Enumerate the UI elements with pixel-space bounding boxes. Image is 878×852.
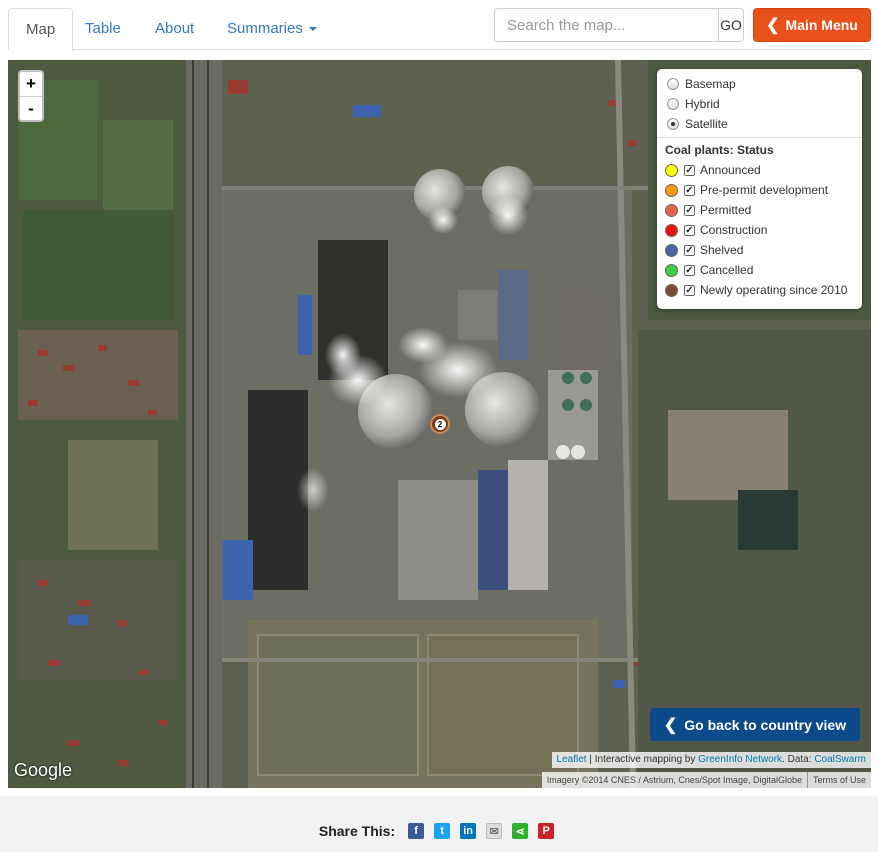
leaflet-link[interactable]: Leaflet bbox=[557, 754, 587, 765]
zoom-out-button[interactable]: - bbox=[20, 96, 42, 120]
status-dot bbox=[665, 243, 678, 257]
layer-legend: Basemap Hybrid Satellite Coal plants: St… bbox=[657, 69, 862, 309]
twitter-icon[interactable]: t bbox=[434, 823, 451, 839]
status-label: Permitted bbox=[700, 203, 752, 217]
checkbox[interactable]: ✓ bbox=[684, 284, 695, 296]
map-view[interactable]: + - Basemap Hybrid Satellite Coal plants… bbox=[8, 60, 871, 788]
status-dot bbox=[665, 183, 678, 197]
checkbox[interactable]: ✓ bbox=[684, 204, 695, 216]
cluster-count: 2 bbox=[434, 418, 446, 430]
basemap-option-basemap[interactable]: Basemap bbox=[667, 74, 852, 94]
radio-button[interactable] bbox=[667, 78, 679, 90]
status-label: Shelved bbox=[700, 243, 744, 257]
status-dot bbox=[665, 223, 678, 237]
footer: Share This: f t in ✉ ⋖ P bbox=[0, 796, 878, 852]
radio-button-selected[interactable] bbox=[667, 118, 679, 130]
share-label: Share This: bbox=[318, 823, 396, 839]
status-dot bbox=[665, 203, 678, 217]
linkedin-icon[interactable]: in bbox=[460, 823, 477, 839]
chevron-left-icon: ❮ bbox=[663, 716, 678, 734]
basemap-label: Hybrid bbox=[685, 97, 720, 111]
status-label: Cancelled bbox=[700, 263, 754, 277]
status-pre-permit[interactable]: ✓ Pre-permit development bbox=[657, 180, 862, 200]
back-to-country-button[interactable]: ❮ Go back to country view bbox=[650, 708, 860, 741]
tab-about[interactable]: About bbox=[138, 8, 211, 50]
basemap-label: Satellite bbox=[685, 117, 728, 131]
checkbox[interactable]: ✓ bbox=[684, 184, 695, 196]
status-shelved[interactable]: ✓ Shelved bbox=[657, 240, 862, 260]
google-logo: Google bbox=[14, 760, 73, 780]
zoom-in-button[interactable]: + bbox=[20, 72, 42, 96]
status-dot bbox=[665, 263, 678, 277]
map-search: GO bbox=[494, 8, 744, 42]
zoom-control: + - bbox=[18, 70, 44, 122]
checkbox[interactable]: ✓ bbox=[684, 164, 695, 176]
greeninfo-link[interactable]: GreenInfo Network bbox=[698, 754, 782, 765]
email-icon[interactable]: ✉ bbox=[486, 823, 503, 839]
status-label: Newly operating since 2010 bbox=[700, 283, 848, 297]
tab-summaries-label: Summaries bbox=[227, 20, 303, 37]
tab-map[interactable]: Map bbox=[8, 8, 74, 51]
status-label: Announced bbox=[700, 163, 761, 177]
share-icon[interactable]: ⋖ bbox=[512, 823, 529, 839]
checkbox[interactable]: ✓ bbox=[684, 224, 695, 236]
status-label: Construction bbox=[700, 223, 768, 237]
status-newly-operating[interactable]: ✓ Newly operating since 2010 bbox=[657, 280, 862, 300]
status-dot bbox=[665, 283, 678, 297]
status-construction[interactable]: ✓ Construction bbox=[657, 220, 862, 240]
basemap-label: Basemap bbox=[685, 77, 736, 91]
imagery-credit: Imagery ©2014 CNES / Astrium, Cnes/Spot … bbox=[546, 775, 802, 785]
share-bar: Share This: f t in ✉ ⋖ P bbox=[0, 823, 878, 839]
status-announced[interactable]: ✓ Announced bbox=[657, 160, 862, 180]
status-legend-title: Coal plants: Status bbox=[665, 143, 774, 157]
caret-down-icon bbox=[308, 27, 317, 32]
main-menu-button[interactable]: ❮ Main Menu bbox=[753, 8, 871, 42]
tab-table[interactable]: Table bbox=[68, 8, 138, 50]
facebook-icon[interactable]: f bbox=[408, 823, 425, 839]
attribution-data-text: . Data: bbox=[782, 754, 815, 765]
radio-button[interactable] bbox=[667, 98, 679, 110]
checkbox[interactable]: ✓ bbox=[684, 244, 695, 256]
imagery-attribution: Imagery ©2014 CNES / Astrium, Cnes/Spot … bbox=[541, 772, 871, 788]
back-to-country-label: Go back to country view bbox=[684, 716, 847, 733]
pinterest-icon[interactable]: P bbox=[538, 823, 555, 839]
checkbox[interactable]: ✓ bbox=[684, 264, 695, 276]
basemap-switcher: Basemap Hybrid Satellite bbox=[657, 69, 862, 138]
go-button[interactable]: GO bbox=[718, 9, 743, 41]
status-dot bbox=[665, 163, 678, 177]
basemap-option-satellite[interactable]: Satellite bbox=[667, 114, 852, 134]
map-attribution: Leaflet | Interactive mapping by GreenIn… bbox=[551, 752, 871, 768]
status-label: Pre-permit development bbox=[700, 183, 829, 197]
search-input[interactable] bbox=[495, 9, 718, 41]
tab-summaries[interactable]: Summaries bbox=[210, 8, 334, 50]
status-permitted[interactable]: ✓ Permitted bbox=[657, 200, 862, 220]
plant-cluster-marker[interactable]: 2 bbox=[430, 414, 450, 434]
terms-of-use-link[interactable]: Terms of Use bbox=[806, 772, 871, 788]
status-cancelled[interactable]: ✓ Cancelled bbox=[657, 260, 862, 280]
main-menu-label: Main Menu bbox=[785, 17, 858, 33]
chevron-left-icon: ❮ bbox=[766, 17, 780, 34]
basemap-option-hybrid[interactable]: Hybrid bbox=[667, 94, 852, 114]
coalswarm-link[interactable]: CoalSwarm bbox=[814, 754, 866, 765]
attribution-text: | Interactive mapping by bbox=[586, 754, 699, 765]
top-navigation: Map Table About Summaries GO ❮ Main Menu bbox=[0, 0, 878, 56]
